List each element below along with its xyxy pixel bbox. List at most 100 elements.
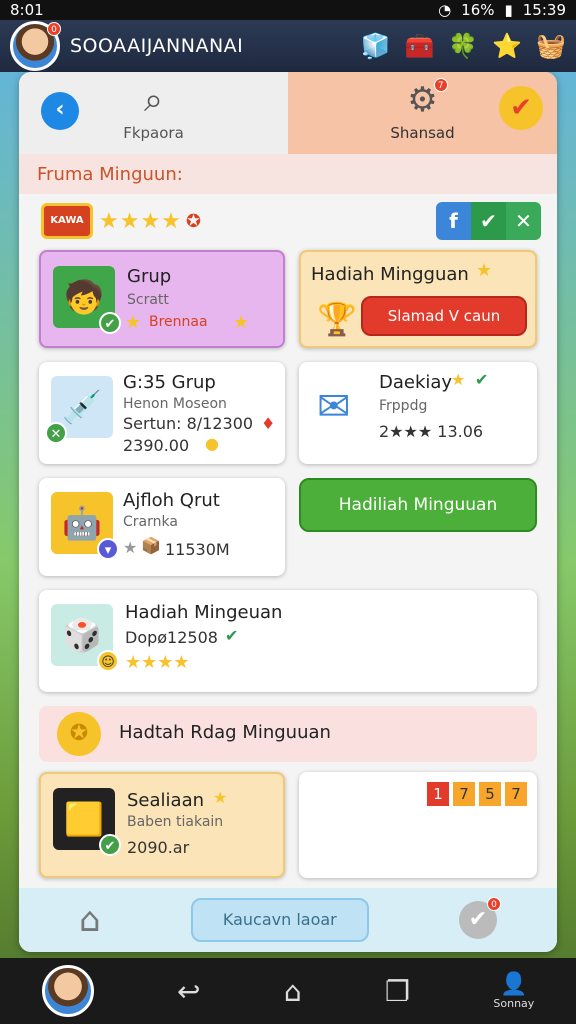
rating-row: KAWA ★★★★ ✪ f ✔ ✕	[41, 200, 541, 242]
home-nav-icon[interactable]: ⌂	[284, 975, 302, 1008]
tab-search[interactable]: ‹ ⌕ Fkpaora	[19, 72, 288, 154]
g35-title: G:35 Grup	[123, 372, 216, 393]
number-tile: 5	[479, 782, 501, 806]
system-nav-bar: ↩ ⌂ ❐ 👤 Sonnay	[0, 958, 576, 1024]
number-tile: 7	[505, 782, 527, 806]
bottom-bar: ⌂ Kaucavn laoar ✔ 0	[19, 888, 557, 952]
tab-shansad[interactable]: ⚙ 7 Shansad ✔	[288, 72, 557, 154]
number-tile: 7	[453, 782, 475, 806]
battery-icon: ▮	[504, 1, 513, 19]
avatar[interactable]: 0	[10, 21, 61, 71]
claim-button[interactable]: Slamad V caun	[361, 296, 527, 336]
check-badge-icon: ✔	[99, 834, 121, 856]
weekly-banner[interactable]: ✪ Hadtah Rdag Minguuan	[39, 706, 537, 762]
tab-shansad-label: Shansad	[390, 124, 455, 142]
close-share-button[interactable]: ✕	[506, 202, 541, 240]
robot-card[interactable]: 🤖 ▾ Ajfloh Qrut Crarnka ★ 📦 11530M	[39, 478, 285, 576]
rating-stars: ★★★★	[99, 208, 182, 234]
tab-bar: ‹ ⌕ Fkpaora ⚙ 7 Shansad ✔	[19, 72, 557, 154]
group-card[interactable]: 🧒 ✔ Grup Scratt ★ Brennaa ★	[39, 250, 285, 348]
check-badge-icon: ✔	[99, 312, 121, 334]
cup-icon: 🏆	[317, 300, 357, 338]
smile-badge-icon: ☺	[97, 650, 119, 672]
star-icon: ★	[125, 312, 142, 333]
leaf-icon[interactable]: 🍀	[448, 32, 478, 60]
wifi-icon: ◔	[438, 1, 452, 19]
number-tile: 1	[427, 782, 449, 806]
check-circle-icon[interactable]: ✔ 0	[459, 897, 501, 939]
robot-value: 11530M	[165, 540, 230, 559]
g35-line: Sertun: 8/12300	[123, 414, 254, 433]
user-icon: 👤	[500, 972, 528, 997]
status-bar: 8:01 ◔ 16% ▮ 15:39	[0, 0, 576, 20]
weekly-stars: ★★★★	[125, 652, 190, 673]
weekly-title: Hadiah Mingeuan	[125, 602, 283, 623]
tab-search-label: Fkpaora	[123, 124, 184, 142]
star-badge-icon: ✪	[185, 210, 201, 232]
star-icon: ★	[123, 538, 138, 557]
basket-icon[interactable]: 🧺	[536, 32, 566, 60]
item-value: 2090.ar	[127, 838, 190, 857]
star-icon: ★	[476, 260, 493, 281]
gear-icon: ⚙ 7	[407, 78, 448, 120]
envelope-icon: ✉	[317, 384, 351, 430]
medal-icon: ✪	[57, 712, 101, 756]
check-share-button[interactable]: ✔	[471, 202, 506, 240]
weekly-card[interactable]: 🎲 ☺ Hadiah Mingeuan Dopø12508 ✔ ★★★★	[39, 590, 537, 692]
check-icon: ✔	[475, 370, 489, 389]
check-button[interactable]: ✔	[499, 86, 543, 130]
red-gem-icon: ♦	[261, 414, 276, 433]
group-sub: Scratt	[127, 292, 169, 308]
item-card[interactable]: 🟨 ✔ Sealiaan ★ Baben tiakain 2090.ar	[39, 772, 285, 878]
check-icon: ✔	[225, 626, 239, 645]
g35-value: 2390.00	[123, 436, 190, 455]
reward-title: Hadiah Mingguan	[311, 264, 469, 285]
search-icon: ⌕	[143, 80, 164, 120]
notification-badge: 0	[47, 22, 61, 36]
battery-text: 16%	[461, 1, 495, 19]
facebook-button[interactable]: f	[436, 202, 471, 240]
coin-icon: ●	[205, 434, 219, 453]
back-button[interactable]: ‹	[41, 92, 79, 130]
box-icon: 📦	[141, 536, 161, 555]
daily-title: Daekiay	[379, 372, 453, 393]
status-time-left: 8:01	[10, 1, 44, 19]
nav-avatar[interactable]	[41, 965, 94, 1017]
profile-nav[interactable]: 👤 Sonnay	[493, 972, 534, 1010]
robot-sub: Crarnka	[123, 514, 178, 530]
dice-icon: 🎲 ☺	[51, 604, 119, 672]
weekly-reward-button[interactable]: Hadiliah Minguuan	[299, 478, 537, 532]
top-bar: 0 SOOAAIJANNANAI 🧊 🧰 🍀 ⭐ 🧺	[0, 20, 576, 72]
boy-avatar-icon: 🧒 ✔	[53, 266, 121, 334]
robot-icon: 🤖 ▾	[51, 492, 119, 560]
daily-card[interactable]: ✉ Daekiay ★ ✔ Frppdg 2★★★ 13.06	[299, 362, 537, 464]
back-nav-icon[interactable]: ↩	[177, 975, 200, 1008]
item-title: Sealiaan	[127, 790, 205, 811]
recents-nav-icon[interactable]: ❐	[385, 975, 410, 1008]
daily-rating: 2★★★ 13.06	[379, 422, 484, 441]
status-clock: 15:39	[522, 1, 566, 19]
group-title: Grup	[127, 266, 172, 287]
cube-icon: 🟨 ✔	[53, 788, 121, 856]
home-icon[interactable]: ⌂	[79, 900, 101, 940]
section-title: Fruma Minguun:	[19, 154, 557, 194]
star-icon[interactable]: ⭐	[492, 32, 522, 60]
tab-badge: 7	[433, 78, 448, 92]
done-badge: 0	[487, 897, 501, 911]
g35-sub: Henon Moseon	[123, 396, 227, 412]
shirt-badge-icon: ▾	[97, 538, 119, 560]
star-icon: ★	[451, 370, 466, 389]
main-panel: ‹ ⌕ Fkpaora ⚙ 7 Shansad ✔ Fruma Minguun:…	[19, 72, 557, 952]
banner-title: Hadtah Rdag Minguuan	[119, 722, 331, 743]
logo: KAWA	[41, 203, 93, 239]
g35-card[interactable]: 💉 ✕ G:35 Grup Henon Moseon Sertun: 8/123…	[39, 362, 285, 464]
star-icon: ★	[213, 788, 228, 807]
number-tiles: 1 7 5 7	[427, 782, 527, 806]
action-button[interactable]: Kaucavn laoar	[190, 898, 369, 942]
close-badge-icon: ✕	[45, 422, 67, 444]
chest-icon[interactable]: 🧰	[404, 32, 434, 60]
cube-icon[interactable]: 🧊	[361, 32, 391, 60]
share-group: f ✔ ✕	[436, 202, 541, 240]
star-icon: ★	[233, 312, 250, 333]
numbers-card: 1 7 5 7	[299, 772, 537, 878]
